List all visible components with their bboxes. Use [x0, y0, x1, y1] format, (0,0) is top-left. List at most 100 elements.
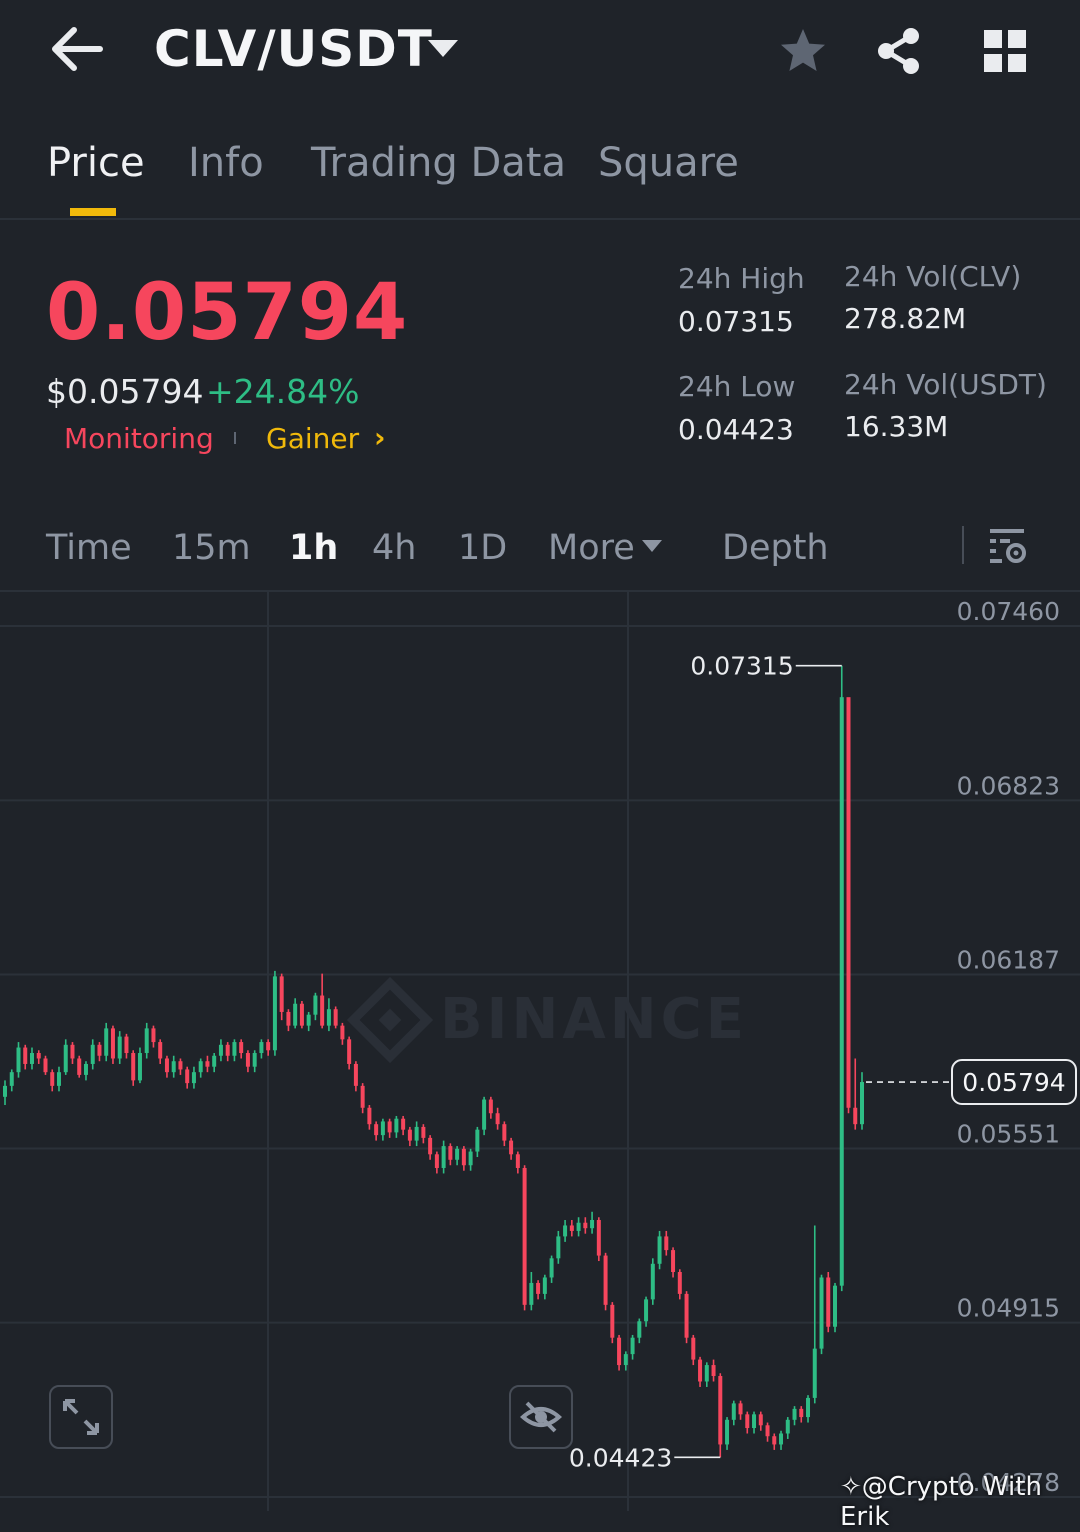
- pair-selector[interactable]: CLV/USDT: [154, 20, 433, 78]
- candle-body: [299, 1003, 304, 1026]
- binance-logo-watermark: [346, 976, 434, 1064]
- candle-body: [765, 1425, 770, 1437]
- tag-separator: [234, 432, 236, 444]
- interval-1h[interactable]: 1h: [289, 528, 338, 568]
- back-arrow-icon[interactable]: [48, 24, 104, 74]
- candle-body: [110, 1028, 115, 1059]
- candle-body: [124, 1036, 129, 1054]
- candle-body: [232, 1042, 237, 1056]
- low-value: 0.04423: [678, 413, 794, 446]
- candle-body: [63, 1044, 68, 1073]
- caret-down-icon[interactable]: [428, 40, 458, 57]
- last-price-label: 0.05794: [962, 1068, 1065, 1097]
- interval-1d[interactable]: 1D: [458, 528, 507, 568]
- candle-body: [36, 1053, 41, 1059]
- candle-body: [617, 1337, 622, 1366]
- candle-body: [50, 1072, 55, 1086]
- tab-info[interactable]: Info: [188, 140, 264, 186]
- candlestick-chart[interactable]: BINANCE 0.07460 0.06823 0.06187 0.05551 0.04…: [0, 592, 1080, 1511]
- high-value: 0.07315: [678, 305, 794, 338]
- candle-body: [353, 1063, 358, 1086]
- hide-indicators-button[interactable]: [509, 1385, 573, 1449]
- candle-body: [515, 1154, 520, 1168]
- candle-body: [704, 1365, 709, 1382]
- candle-body: [407, 1129, 412, 1141]
- candle-body: [590, 1219, 595, 1229]
- candle-body: [9, 1072, 14, 1086]
- candle-body: [225, 1044, 230, 1056]
- y-tick-label: 0.07460: [957, 597, 1060, 626]
- tab-square[interactable]: Square: [598, 140, 739, 186]
- fiat-price: $0.05794: [46, 372, 204, 411]
- interval-depth[interactable]: Depth: [722, 528, 829, 568]
- candle-body: [711, 1365, 716, 1377]
- candle-body: [387, 1121, 392, 1133]
- main-tabs: Price Info Trading Data Square: [0, 128, 1080, 220]
- candle-body: [245, 1053, 250, 1067]
- candle-body: [272, 976, 277, 1051]
- candle-body: [664, 1236, 669, 1251]
- candle-body: [684, 1293, 689, 1338]
- candle-body: [286, 1011, 291, 1026]
- price-change-percent: +24.84%: [206, 372, 360, 411]
- expand-icon: [63, 1399, 99, 1435]
- tag-monitoring[interactable]: Monitoring: [64, 422, 214, 455]
- candle-body: [70, 1044, 75, 1059]
- tag-gainer[interactable]: Gainer: [266, 422, 359, 455]
- fullscreen-button[interactable]: [49, 1385, 113, 1449]
- vol-base-value: 278.82M: [844, 302, 967, 335]
- candle-body: [83, 1063, 88, 1075]
- candle-body: [77, 1058, 82, 1075]
- interval-more[interactable]: More: [548, 528, 635, 568]
- candle-body: [326, 1009, 331, 1026]
- low-label: 24h Low: [678, 370, 796, 403]
- candle-body: [448, 1146, 453, 1160]
- candle-body: [725, 1419, 730, 1445]
- candle-body: [178, 1061, 183, 1070]
- candle-body: [529, 1282, 534, 1305]
- vol-quote-value: 16.33M: [844, 410, 949, 443]
- candle-body: [259, 1042, 264, 1054]
- candle-body: [522, 1167, 527, 1305]
- candle-body: [461, 1148, 466, 1166]
- candle-body: [313, 995, 318, 1015]
- candle-body: [731, 1403, 736, 1420]
- candle-body: [23, 1047, 28, 1064]
- chevron-right-icon[interactable]: ›: [374, 421, 386, 454]
- candle-body: [137, 1053, 142, 1081]
- chart-settings-icon[interactable]: [988, 526, 1028, 566]
- candle-body: [144, 1028, 149, 1054]
- more-caret-icon[interactable]: [642, 540, 662, 552]
- grid-icon[interactable]: [980, 26, 1030, 76]
- tab-price[interactable]: Price: [47, 140, 145, 186]
- candle-body: [630, 1337, 635, 1355]
- interval-15m[interactable]: 15m: [172, 528, 251, 568]
- high-marker-label: 0.07315: [690, 652, 793, 681]
- candle-body: [623, 1354, 628, 1366]
- star-icon[interactable]: [778, 26, 828, 76]
- candle-body: [97, 1044, 102, 1056]
- candle-body: [218, 1044, 223, 1056]
- candle-body: [644, 1299, 649, 1322]
- candle-body: [502, 1124, 507, 1141]
- candle-body: [185, 1069, 190, 1084]
- interval-time[interactable]: Time: [46, 528, 132, 568]
- binance-diamond-icon: ✧: [840, 1472, 862, 1502]
- candle-body: [475, 1129, 480, 1152]
- candle-body: [488, 1099, 493, 1114]
- low-marker-label: 0.04423: [569, 1443, 672, 1472]
- candle-body: [536, 1282, 541, 1294]
- interval-4h[interactable]: 4h: [372, 528, 416, 568]
- candle-body: [860, 1082, 864, 1125]
- vol-quote-label: 24h Vol(USDT): [844, 368, 1047, 401]
- candle-body: [542, 1277, 547, 1294]
- candle-body: [826, 1277, 831, 1327]
- candle-body: [846, 697, 851, 1108]
- y-tick-label: 0.06823: [957, 771, 1060, 800]
- tab-trading-data[interactable]: Trading Data: [311, 140, 566, 186]
- candle-body: [171, 1061, 176, 1073]
- y-tick-label: 0.04915: [957, 1294, 1060, 1323]
- candle-body: [657, 1236, 662, 1264]
- candle-body: [441, 1146, 446, 1168]
- share-icon[interactable]: [874, 26, 924, 76]
